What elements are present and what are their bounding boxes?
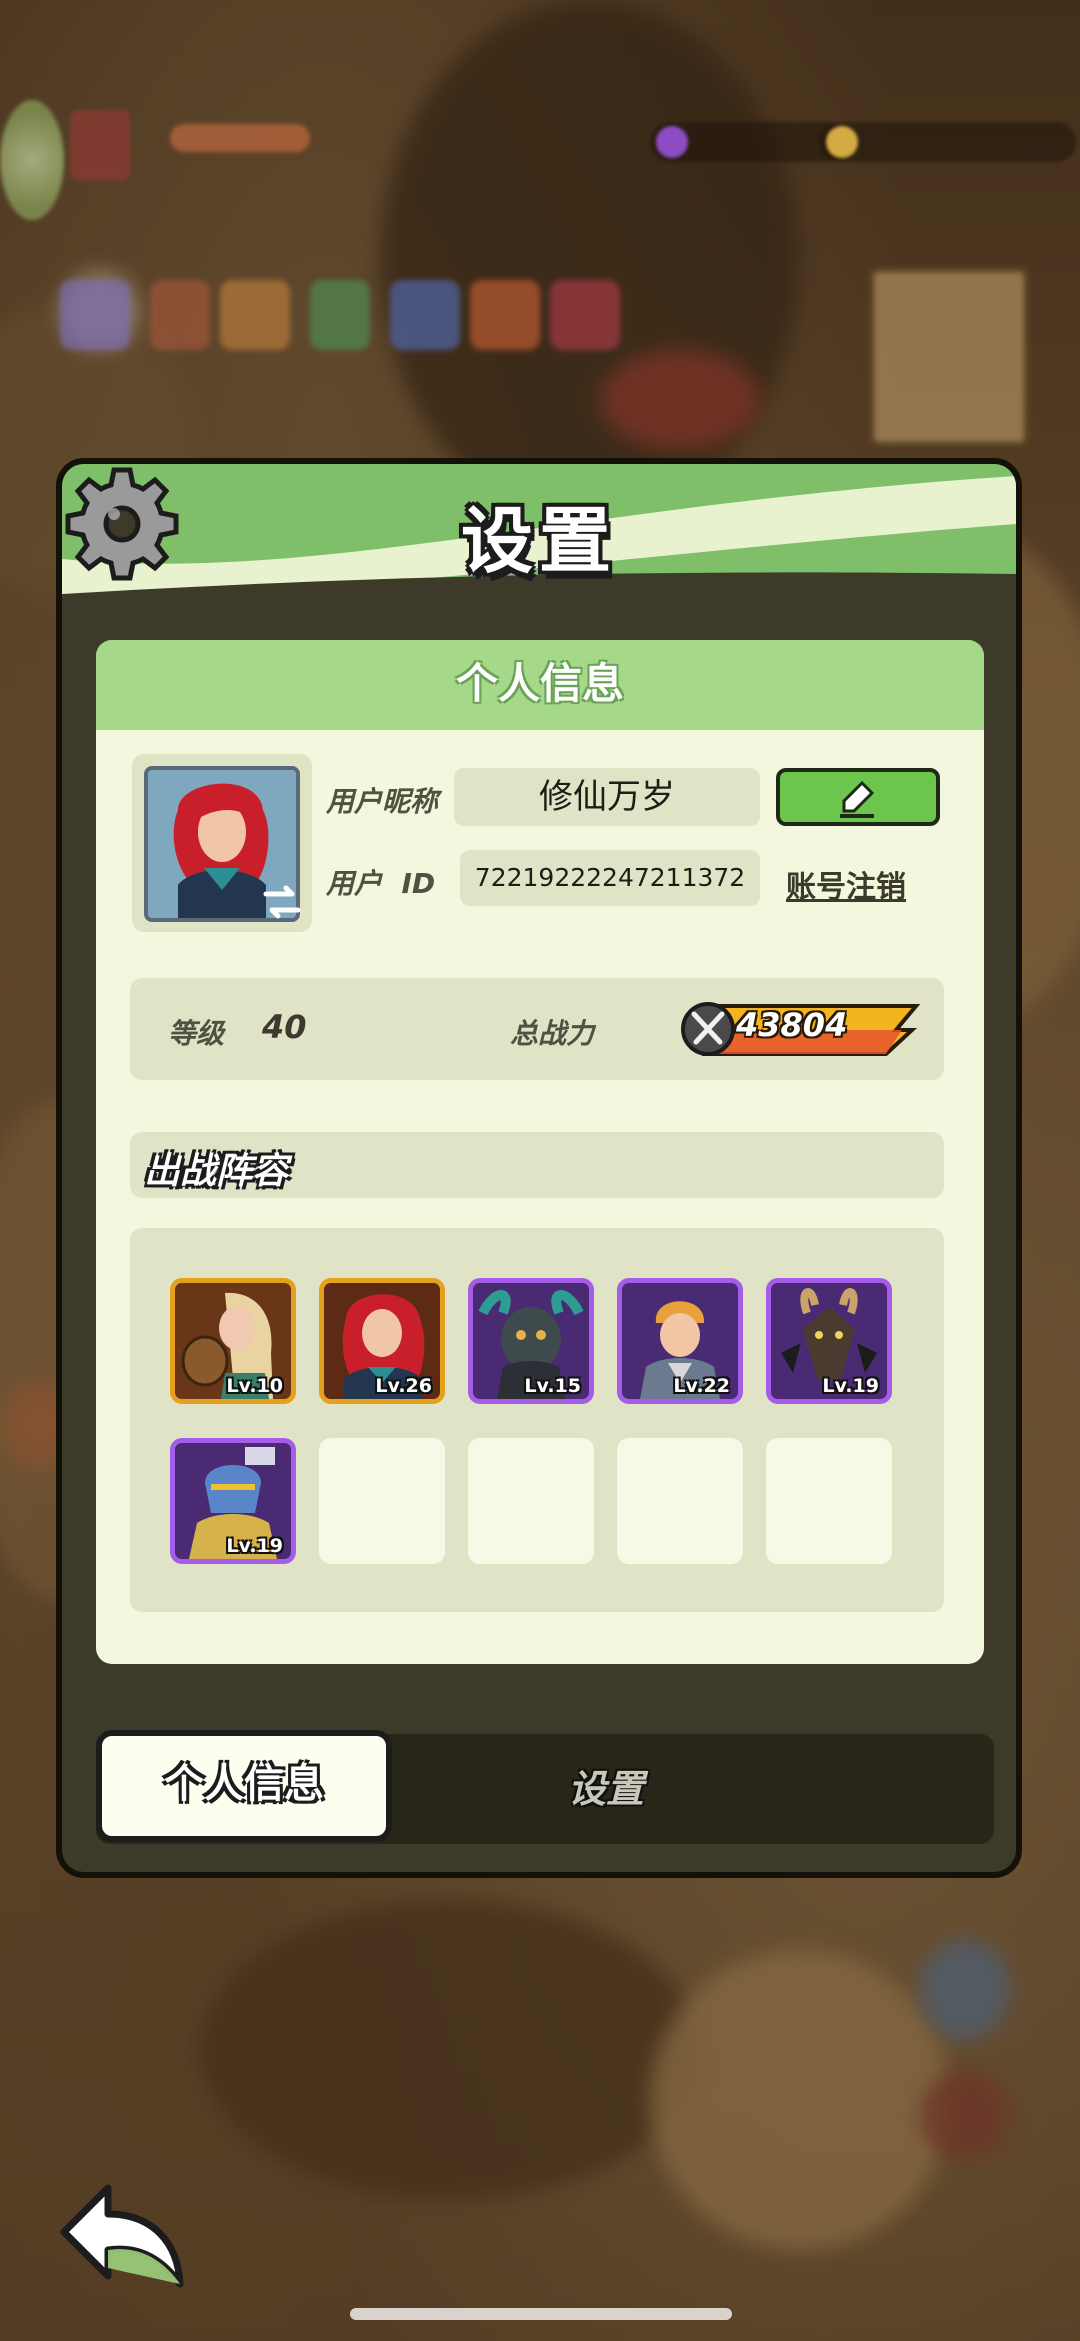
swap-icon[interactable]	[262, 884, 302, 920]
hud-gem-counter	[650, 122, 846, 162]
empty-hero-slot[interactable]	[319, 1438, 445, 1564]
nickname-label: 用户昵称	[326, 785, 439, 818]
hud-portrait	[70, 110, 130, 180]
back-arrow-icon[interactable]	[56, 2180, 196, 2290]
level-label: 等级	[168, 1017, 225, 1050]
tab-bar: 个人信息 设置	[96, 1730, 994, 1844]
tab-settings[interactable]: 设置	[496, 1734, 716, 1844]
lineup-title: 出战阵容	[144, 1151, 289, 1192]
stats-row: 等级 40 总战力 43804	[130, 978, 944, 1080]
hero-level: Lv.19	[822, 1375, 879, 1397]
power-label: 总战力	[510, 1017, 595, 1050]
hero-slot-6[interactable]: Lv.19	[170, 1438, 296, 1564]
hero-level: Lv.10	[226, 1375, 283, 1397]
hero-level: Lv.22	[673, 1375, 730, 1397]
hero-slot-3[interactable]: Lv.15	[468, 1278, 594, 1404]
empty-hero-slot[interactable]	[766, 1438, 892, 1564]
profile-panel: 个人信息 用户昵称 修仙万岁 用户 ID 72219222247211372 账…	[96, 640, 984, 1664]
profile-section-title: 个人信息	[96, 640, 984, 730]
minimap	[868, 266, 1030, 448]
user-id-field: 72219222247211372	[460, 850, 760, 906]
hero-slot-5[interactable]: Lv.19	[766, 1278, 892, 1404]
hero-level: Lv.26	[375, 1375, 432, 1397]
level-value: 40	[262, 1008, 307, 1046]
hero-slot-4[interactable]: Lv.22	[617, 1278, 743, 1404]
coin-icon	[826, 126, 858, 158]
tab-profile[interactable]: 个人信息	[96, 1730, 392, 1842]
avatar[interactable]	[132, 754, 312, 932]
edit-nickname-button[interactable]	[776, 768, 940, 826]
hero-level: Lv.19	[226, 1535, 283, 1557]
gem-icon	[656, 126, 688, 158]
hero-slot-2[interactable]: Lv.26	[319, 1278, 445, 1404]
nickname-field: 修仙万岁	[454, 768, 760, 826]
hud-power-bar	[170, 124, 310, 152]
empty-hero-slot[interactable]	[617, 1438, 743, 1564]
dialog-header: 设置	[62, 464, 1016, 594]
empty-hero-slot[interactable]	[468, 1438, 594, 1564]
hud-gold-counter	[820, 122, 1076, 162]
hud-avatar	[0, 100, 64, 220]
hero-slot-1[interactable]: Lv.10	[170, 1278, 296, 1404]
lineup-grid: Lv.10 Lv.26 Lv.15 Lv.22 Lv.19 Lv.19	[130, 1228, 944, 1612]
dialog-title: 设置	[460, 499, 617, 583]
hero-level: Lv.15	[524, 1375, 581, 1397]
power-value: 43804	[736, 1006, 848, 1044]
pencil-icon	[840, 780, 875, 818]
user-id-label: 用户 ID	[326, 867, 436, 900]
lineup-header: 出战阵容	[130, 1132, 944, 1198]
hud-event-icons	[60, 280, 620, 350]
settings-dialog: 设置 个人信息 用户昵称 修仙万岁 用户 ID 7221922224721137…	[56, 458, 1022, 1878]
home-indicator[interactable]	[350, 2308, 732, 2320]
account-deletion-link[interactable]: 账号注销	[786, 862, 906, 906]
